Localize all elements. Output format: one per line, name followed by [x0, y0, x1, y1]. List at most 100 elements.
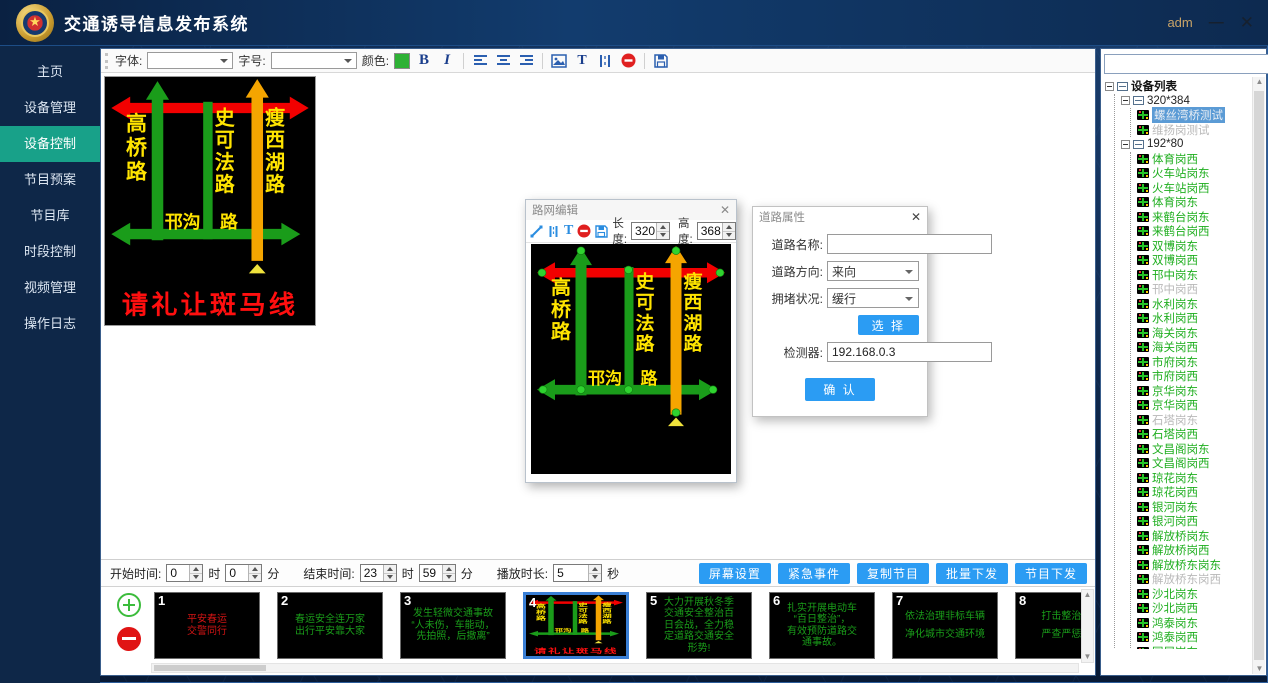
sidebar-item-program-plan[interactable]: 节目预案: [0, 162, 100, 198]
edit-road-diagram[interactable]: 高桥路史可法路瘦西湖路邗沟路: [531, 244, 731, 474]
device-node-1-1[interactable]: 火车站岗东: [1137, 166, 1266, 181]
spinner-arrows[interactable]: [442, 565, 455, 581]
sidebar-item-operation-log[interactable]: 操作日志: [0, 306, 100, 342]
sidebar-item-schedule-control[interactable]: 时段控制: [0, 234, 100, 270]
device-node-1-11[interactable]: 水利岗西: [1137, 311, 1266, 326]
device-node-1-10[interactable]: 水利岗东: [1137, 297, 1266, 312]
dialog-titlebar[interactable]: 道路属性 ✕: [753, 207, 927, 227]
device-node-1-20[interactable]: 文昌阁岗东: [1137, 442, 1266, 457]
align-center-icon[interactable]: [494, 52, 512, 70]
spin-up-icon[interactable]: [443, 565, 455, 574]
device-node-1-18[interactable]: 石塔岗东: [1137, 413, 1266, 428]
playlist-item-6[interactable]: 6扎实开展电动车“百日整治”，有效预防道路交通事故。: [769, 592, 875, 659]
program-send-button[interactable]: 节目下发: [1015, 563, 1087, 584]
spinner-arrows[interactable]: [722, 223, 735, 239]
playlist-item-4[interactable]: 4高桥路史可法路瘦西湖路邗沟路请礼让斑马线: [523, 592, 629, 659]
delete-tool-icon[interactable]: [577, 222, 591, 240]
copy-program-button[interactable]: 复制节目: [857, 563, 929, 584]
italic-button[interactable]: I: [438, 52, 456, 70]
device-node-1-6[interactable]: 双博岗东: [1137, 239, 1266, 254]
duration-spinner[interactable]: 5: [553, 564, 602, 582]
spinner-arrows[interactable]: [248, 565, 261, 581]
device-node-1-2[interactable]: 火车站岗西: [1137, 181, 1266, 196]
length-spinner[interactable]: 320: [631, 222, 670, 240]
start-hour-spinner[interactable]: 0: [166, 564, 203, 582]
device-node-1-17[interactable]: 京华岗西: [1137, 398, 1266, 413]
device-node-1-3[interactable]: 体育岗东: [1137, 195, 1266, 210]
device-node-1-8[interactable]: 邗中岗东: [1137, 268, 1266, 283]
device-node-1-12[interactable]: 海关岗东: [1137, 326, 1266, 341]
device-node-1-29[interactable]: 解放桥东岗西: [1137, 572, 1266, 587]
tree-expander-icon[interactable]: [1121, 140, 1130, 149]
spinner-arrows[interactable]: [189, 565, 202, 581]
spin-up-icon[interactable]: [249, 565, 261, 574]
playlist-vertical-scrollbar[interactable]: ▲ ▼: [1081, 589, 1094, 663]
device-node-1-15[interactable]: 市府岗西: [1137, 369, 1266, 384]
close-button[interactable]: ✕: [1240, 15, 1254, 30]
spin-up-icon[interactable]: [589, 565, 601, 574]
spinner-arrows[interactable]: [588, 565, 601, 581]
tree-group-320x384[interactable]: 320*384: [1121, 94, 1266, 109]
tree-expander-icon[interactable]: [1121, 96, 1130, 105]
device-node-1-16[interactable]: 京华岗东: [1137, 384, 1266, 399]
spin-down-icon[interactable]: [249, 574, 261, 582]
device-node-1-25[interactable]: 银河岗西: [1137, 514, 1266, 529]
search-input[interactable]: [1104, 54, 1268, 74]
sidebar-item-device-control[interactable]: 设备控制: [0, 126, 100, 162]
detector-input[interactable]: [827, 342, 992, 362]
device-node-0-1[interactable]: 维扬岗测试: [1137, 123, 1266, 138]
congestion-select[interactable]: 缓行: [827, 288, 919, 308]
font-select[interactable]: [147, 52, 233, 69]
color-swatch[interactable]: [394, 53, 410, 69]
tree-expander-icon[interactable]: [1105, 82, 1114, 91]
save-icon[interactable]: [652, 52, 670, 70]
tree-group-192x80[interactable]: 192*80: [1121, 137, 1266, 152]
device-node-1-13[interactable]: 海关岗西: [1137, 340, 1266, 355]
device-node-1-26[interactable]: 解放桥岗东: [1137, 529, 1266, 544]
font-size-select[interactable]: [271, 52, 357, 69]
sidebar-item-home[interactable]: 主页: [0, 54, 100, 90]
batch-send-button[interactable]: 批量下发: [936, 563, 1008, 584]
spinner-arrows[interactable]: [383, 565, 396, 581]
spin-up-icon[interactable]: [723, 223, 735, 232]
tree-scrollbar[interactable]: ▲ ▼: [1252, 77, 1265, 674]
playlist-item-8[interactable]: 8打击整治“炸严查严惩“机: [1015, 592, 1082, 659]
dialog-titlebar[interactable]: 路网编辑 ✕: [526, 200, 736, 220]
spin-down-icon[interactable]: [657, 232, 669, 240]
save-tool-icon[interactable]: [595, 222, 608, 240]
device-node-1-28[interactable]: 解放桥东岗东: [1137, 558, 1266, 573]
align-left-icon[interactable]: [471, 52, 489, 70]
select-detector-button[interactable]: 选 择: [858, 315, 919, 335]
road-direction-select[interactable]: 来向: [827, 261, 919, 281]
playlist-horizontal-scrollbar[interactable]: [151, 663, 1079, 673]
sidebar-item-video-management[interactable]: 视频管理: [0, 270, 100, 306]
device-node-1-19[interactable]: 石塔岗西: [1137, 427, 1266, 442]
tree-root[interactable]: 设备列表: [1105, 79, 1266, 94]
playlist-item-2[interactable]: 2春运安全连万家出行平安靠大家: [277, 592, 383, 659]
sidebar-item-program-library[interactable]: 节目库: [0, 198, 100, 234]
spin-down-icon[interactable]: [723, 232, 735, 240]
end-hour-spinner[interactable]: 23: [360, 564, 397, 582]
scroll-up-icon[interactable]: ▲: [1253, 77, 1266, 87]
screen-settings-button[interactable]: 屏幕设置: [699, 563, 771, 584]
spin-down-icon[interactable]: [589, 574, 601, 582]
road-name-input[interactable]: [827, 234, 992, 254]
roadnet-edit-canvas[interactable]: 高桥路史可法路瘦西湖路邗沟路: [531, 244, 731, 474]
spin-up-icon[interactable]: [384, 565, 396, 574]
device-node-1-22[interactable]: 琼花岗东: [1137, 471, 1266, 486]
line-tool-icon[interactable]: [530, 222, 543, 240]
minimize-button[interactable]: —: [1209, 15, 1224, 30]
device-node-1-27[interactable]: 解放桥岗西: [1137, 543, 1266, 558]
device-node-1-31[interactable]: 沙北岗西: [1137, 601, 1266, 616]
device-node-1-23[interactable]: 琼花岗西: [1137, 485, 1266, 500]
spin-down-icon[interactable]: [190, 574, 202, 582]
road-network-icon[interactable]: [596, 52, 614, 70]
end-minute-spinner[interactable]: 59: [419, 564, 456, 582]
emergency-event-button[interactable]: 紧急事件: [778, 563, 850, 584]
spinner-arrows[interactable]: [656, 223, 669, 239]
device-node-1-4[interactable]: 来鹤台岗东: [1137, 210, 1266, 225]
close-icon[interactable]: ✕: [911, 210, 921, 224]
delete-icon[interactable]: [619, 52, 637, 70]
spin-up-icon[interactable]: [657, 223, 669, 232]
road-tool-icon[interactable]: [547, 222, 560, 240]
